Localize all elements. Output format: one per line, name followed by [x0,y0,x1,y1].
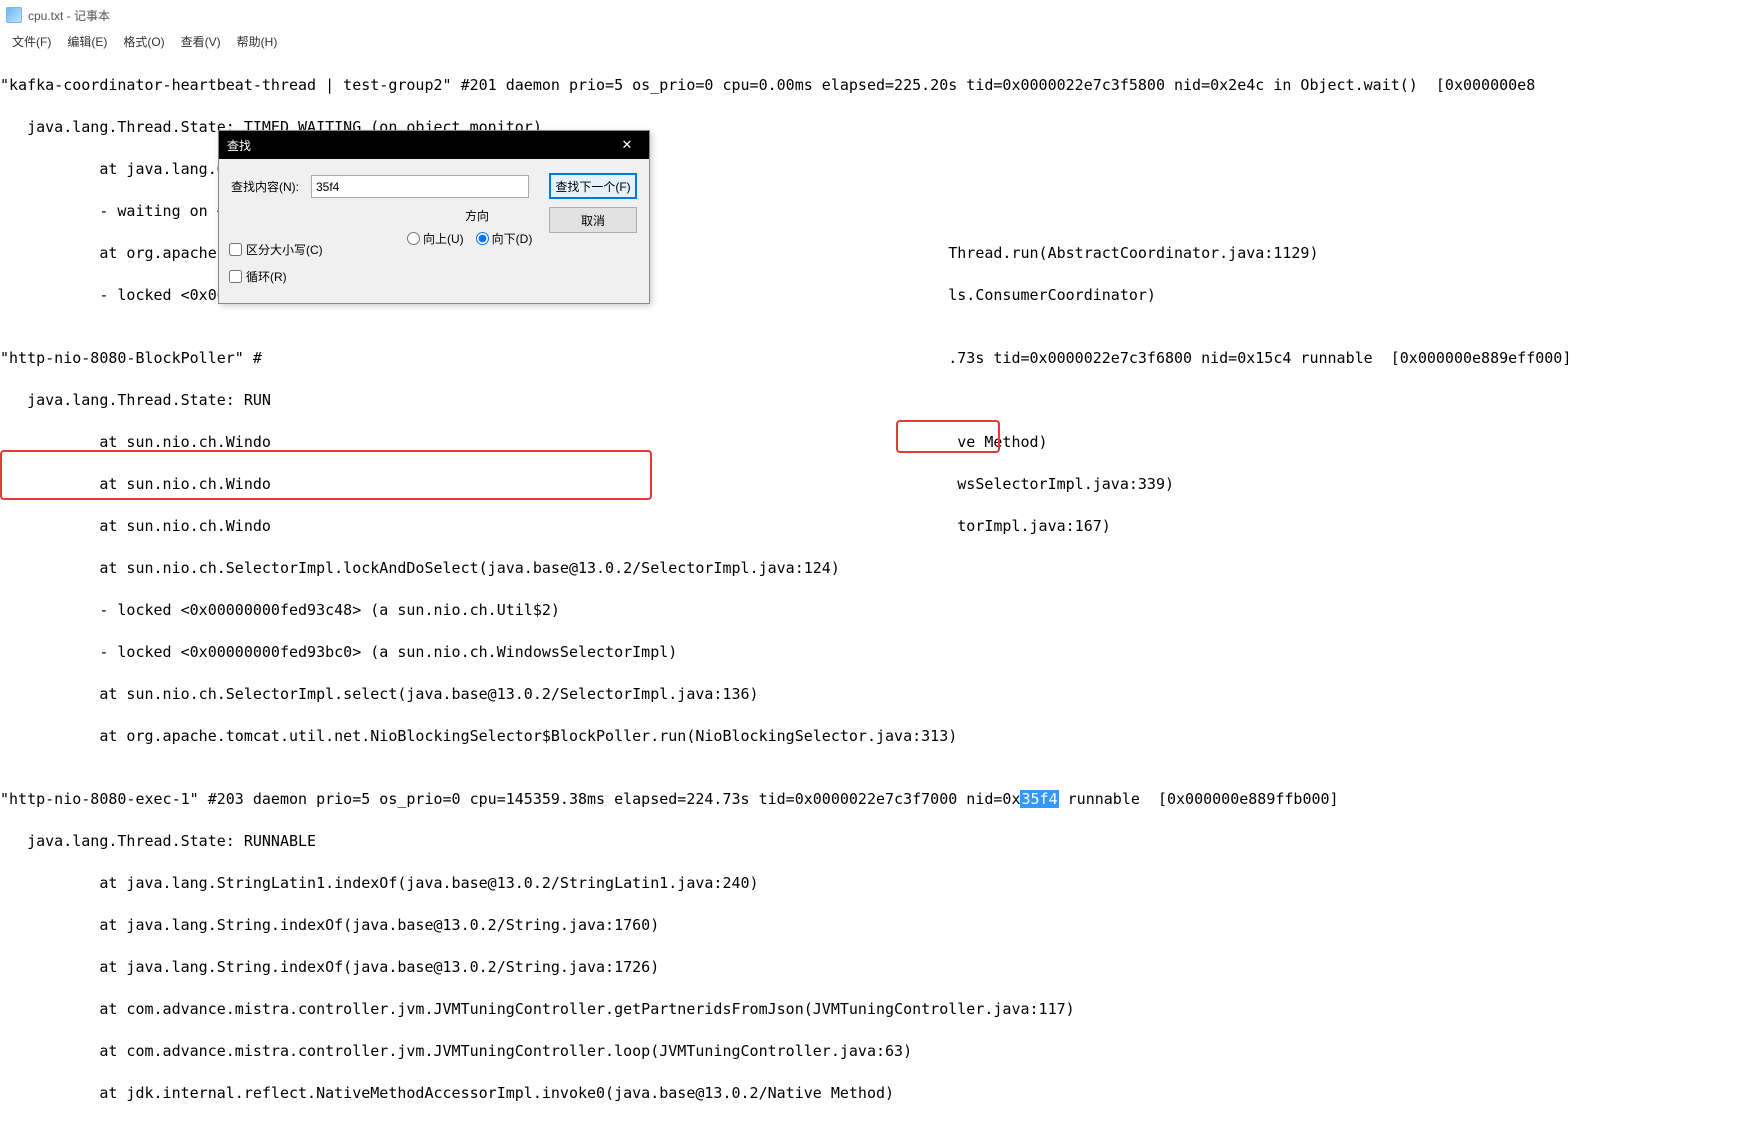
find-next-button[interactable]: 查找下一个(F) [549,173,637,199]
find-dialog-body: 查找内容(N): 查找下一个(F) 取消 方向 向上(U) 向下(D) 区分大小… [219,159,649,303]
match-case-option[interactable]: 区分大小写(C) [229,241,323,258]
find-dialog: 查找 ✕ 查找内容(N): 查找下一个(F) 取消 方向 向上(U) 向下(D)… [218,130,650,304]
menu-help[interactable]: 帮助(H) [229,31,286,52]
window-title: cpu.txt - 记事本 [28,7,110,24]
text-line: "http-nio-8080-exec-1" #203 daemon prio=… [0,789,1752,810]
text-line: at org.apache.tomcat.util.net.NioBlockin… [0,726,1752,747]
notepad-icon [6,7,22,23]
search-highlight: 35f4 [1020,790,1058,808]
menu-bar: 文件(F) 编辑(E) 格式(O) 查看(V) 帮助(H) [0,30,1752,52]
find-input[interactable] [311,175,529,198]
match-case-checkbox[interactable] [229,243,242,256]
find-options: 区分大小写(C) 循环(R) [229,241,323,295]
wrap-label: 循环(R) [246,268,287,285]
radio-up-label: 向上(U) [423,230,464,247]
text-fragment: "http-nio-8080-exec-1" #203 daemon prio=… [0,790,1020,808]
text-line: - locked <0x00000000fed93bc0> (a sun.nio… [0,642,1752,663]
text-line: at jdk.internal.reflect.NativeMethodAcce… [0,1083,1752,1104]
text-line: at com.advance.mistra.controller.jvm.JVM… [0,1041,1752,1062]
text-line: at java.lang.String.indexOf(java.base@13… [0,957,1752,978]
text-line: at sun.nio.ch.SelectorImpl.lockAndDoSele… [0,558,1752,579]
cancel-button[interactable]: 取消 [549,207,637,233]
radio-down[interactable]: 向下(D) [476,230,533,247]
text-line: at sun.nio.ch.Windo torImpl.java:167) [0,516,1752,537]
text-line: java.lang.Thread.State: RUN [0,390,1752,411]
direction-label: 方向 [407,207,547,224]
close-icon[interactable]: ✕ [613,133,641,157]
text-line: at java.lang.String.indexOf(java.base@13… [0,915,1752,936]
match-case-label: 区分大小写(C) [246,241,323,258]
text-line: - locked <0x00000000fed93c48> (a sun.nio… [0,600,1752,621]
direction-group: 方向 向上(U) 向下(D) [407,207,547,247]
text-line: at sun.nio.ch.Windo wsSelectorImpl.java:… [0,474,1752,495]
wrap-checkbox[interactable] [229,270,242,283]
text-line: at java.lang.StringLatin1.indexOf(java.b… [0,873,1752,894]
text-line: java.lang.Thread.State: RUNNABLE [0,831,1752,852]
radio-down-input[interactable] [476,232,489,245]
wrap-option[interactable]: 循环(R) [229,268,323,285]
text-fragment: runnable [0x000000e889ffb000] [1059,790,1339,808]
menu-view[interactable]: 查看(V) [173,31,229,52]
text-line: "kafka-coordinator-heartbeat-thread | te… [0,75,1752,96]
radio-down-label: 向下(D) [492,230,533,247]
text-line: at sun.nio.ch.SelectorImpl.select(java.b… [0,684,1752,705]
find-dialog-title: 查找 [227,137,251,154]
radio-up-input[interactable] [407,232,420,245]
find-dialog-title-bar[interactable]: 查找 ✕ [219,131,649,159]
menu-edit[interactable]: 编辑(E) [59,31,115,52]
text-line: at com.advance.mistra.controller.jvm.JVM… [0,999,1752,1020]
menu-format[interactable]: 格式(O) [115,31,172,52]
title-bar: cpu.txt - 记事本 [0,0,1752,30]
text-line: "http-nio-8080-BlockPoller" # .73s tid=0… [0,348,1752,369]
text-line: at sun.nio.ch.Windo ve Method) [0,432,1752,453]
menu-file[interactable]: 文件(F) [4,31,59,52]
radio-up[interactable]: 向上(U) [407,230,464,247]
find-content-label: 查找内容(N): [231,178,303,195]
